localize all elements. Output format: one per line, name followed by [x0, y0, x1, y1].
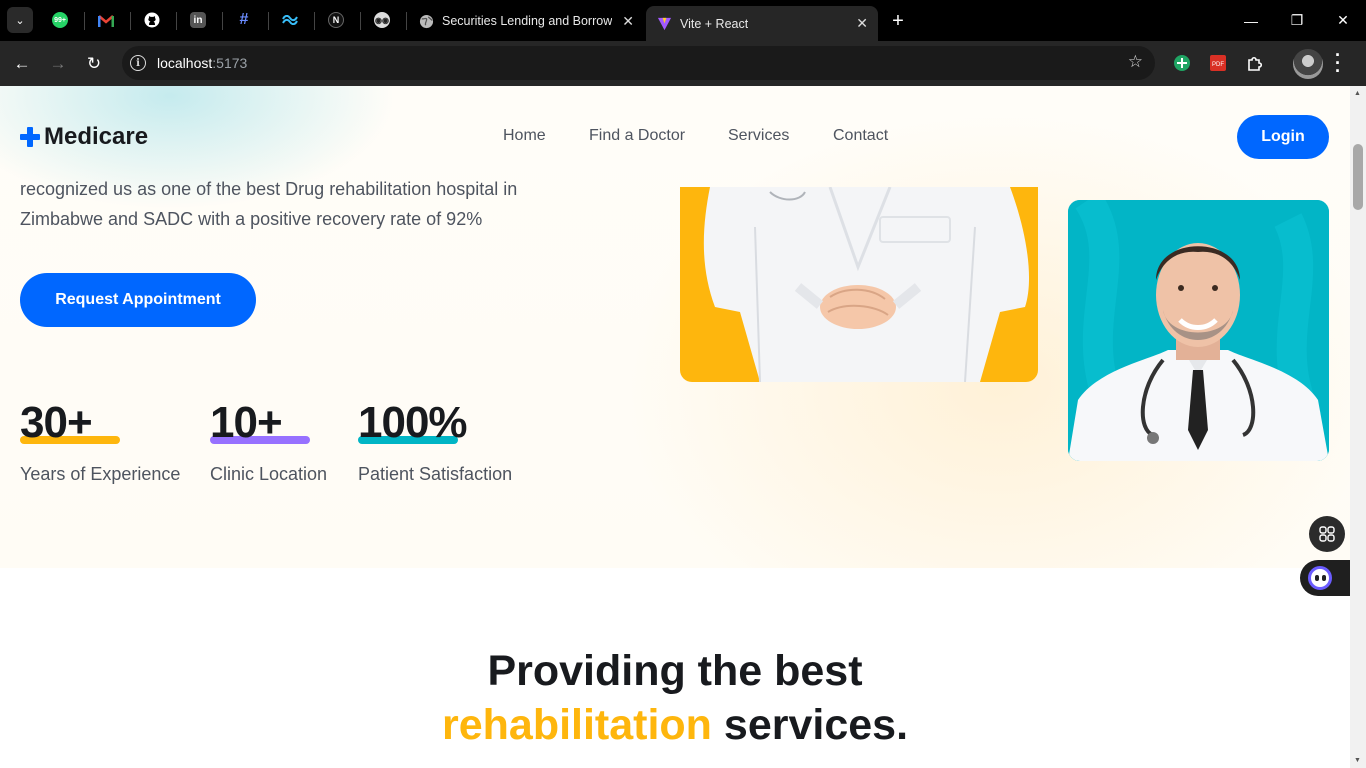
pinned-tab-tailwind[interactable] [270, 7, 310, 33]
vite-icon [656, 16, 672, 32]
copilot-icon: ◉◉ [374, 12, 390, 28]
stat-label: Patient Satisfaction [358, 464, 513, 484]
stat-patient-satisfaction: 100% Patient Satisfaction [358, 398, 512, 485]
back-icon[interactable]: ← [9, 51, 35, 77]
chat-bot-widget[interactable] [1300, 560, 1350, 596]
tab-securities-lending[interactable]: Securities Lending and Borrowin ✕ [408, 6, 644, 36]
restore-icon[interactable]: ❐ [1274, 0, 1320, 41]
doctor-image-yellow [680, 187, 1038, 382]
apps-grid-icon[interactable] [1309, 516, 1345, 552]
tab-search-dropdown-icon[interactable]: ⌄ [7, 7, 33, 33]
close-window-icon[interactable]: ✕ [1320, 0, 1366, 41]
url-text: localhost:5173 [157, 55, 248, 71]
nextjs-icon: N [328, 12, 344, 28]
medical-cross-icon [20, 127, 40, 147]
pinned-tab-gmail[interactable] [86, 7, 126, 33]
browser-menu-icon[interactable]: · · · [1335, 46, 1341, 80]
browser-tab-bar: ⌄ 99+ in # N ◉◉ Securities Lending and B… [0, 0, 1366, 41]
add-extension-icon[interactable] [1172, 53, 1192, 73]
minimize-icon[interactable]: — [1228, 0, 1274, 41]
section-title-line-2: rehabilitation services. [0, 698, 1350, 752]
nav-link-find-a-doctor[interactable]: Find a Doctor [589, 127, 685, 145]
tab-vite-react[interactable]: Vite + React ✕ [646, 6, 878, 41]
nav-link-home[interactable]: Home [503, 127, 546, 145]
scroll-up-icon[interactable]: ▲ [1354, 90, 1361, 97]
pinned-tab-linkedin[interactable]: in [178, 7, 218, 33]
linkedin-icon: in [190, 12, 206, 28]
hero-description-line-2: Zimbabwe and SADC with a positive recove… [20, 209, 483, 229]
stat-value: 10+ [210, 398, 283, 447]
pinned-tab-github[interactable] [132, 7, 172, 33]
stat-value: 30+ [20, 398, 93, 447]
pinned-tab-whatsapp[interactable]: 99+ [40, 7, 80, 33]
section-title-line-1: Providing the best [487, 647, 863, 695]
forward-icon[interactable]: → [45, 51, 71, 77]
nav-link-contact[interactable]: Contact [833, 127, 888, 145]
stat-label: Clinic Location [210, 464, 328, 484]
close-tab-icon[interactable]: ✕ [622, 13, 634, 30]
pinned-tab-hashnode[interactable]: # [224, 7, 264, 33]
tab-title: Vite + React [680, 16, 749, 31]
services-section-title: Providing the best rehabilitation servic… [0, 644, 1350, 752]
tab-title: Securities Lending and Borrowin [442, 14, 612, 28]
doctor-image-teal [1068, 200, 1329, 461]
section-title-highlight: rehabilitation [441, 701, 712, 749]
tailwind-icon [282, 12, 298, 28]
login-button[interactable]: Login [1237, 115, 1329, 159]
bot-icon [1308, 566, 1332, 590]
github-icon [144, 12, 160, 28]
brand-name: Medicare [44, 123, 149, 150]
pinned-tab-copilot[interactable]: ◉◉ [362, 7, 402, 33]
stat-label: Years of Experience [20, 464, 181, 484]
request-appointment-button[interactable]: Request Appointment [20, 273, 256, 327]
hashnode-icon: # [239, 11, 249, 28]
pinned-tab-nextjs[interactable]: N [316, 7, 356, 33]
scrollbar-thumb[interactable] [1353, 144, 1363, 210]
section-title-rest: services. [711, 701, 909, 749]
globe-icon [418, 13, 434, 29]
browser-toolbar: ← → ↻ i localhost:5173 ☆ PDF [0, 41, 1366, 86]
reload-icon[interactable]: ↻ [81, 51, 107, 77]
brand-logo[interactable]: Medicare [20, 123, 148, 151]
bookmark-star-icon[interactable]: ☆ [1128, 52, 1143, 72]
new-tab-button[interactable]: + [885, 8, 911, 34]
page-viewport: recognized us as one of the best Drug re… [0, 86, 1350, 768]
gmail-icon [98, 12, 114, 28]
site-header: Medicare Home Find a Doctor Services Con… [0, 86, 1350, 187]
svg-text:PDF: PDF [1212, 62, 1224, 68]
stat-clinic-location: 10+ Clinic Location [210, 398, 327, 485]
puzzle-icon[interactable] [1244, 53, 1264, 73]
pdf-icon[interactable]: PDF [1208, 53, 1228, 73]
site-info-icon[interactable]: i [130, 55, 146, 71]
stat-value: 100% [358, 398, 468, 447]
page-scrollbar[interactable]: ▲ ▼ [1350, 86, 1366, 768]
close-tab-icon[interactable]: ✕ [856, 15, 868, 32]
stat-years-experience: 30+ Years of Experience [20, 398, 180, 485]
address-bar[interactable]: i localhost:5173 ☆ [122, 46, 1155, 80]
scroll-down-icon[interactable]: ▼ [1354, 757, 1361, 764]
nav-link-services[interactable]: Services [728, 127, 789, 145]
profile-avatar[interactable] [1293, 49, 1323, 79]
whatsapp-icon: 99+ [52, 12, 68, 28]
